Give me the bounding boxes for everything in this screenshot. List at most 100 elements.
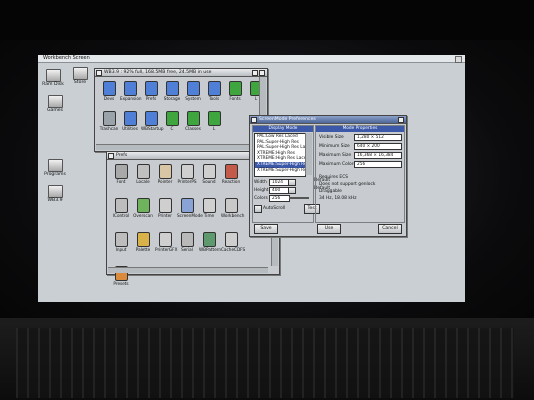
mode-property-line: Requires ECS — [319, 175, 349, 180]
desktop-icon-programs[interactable]: Programs — [42, 159, 68, 178]
display-mode-list[interactable]: PAL:Low Res Laced PAL:Super-High Res PAL:S… — [254, 133, 306, 177]
desktop-icon-store[interactable]: Store — [67, 67, 93, 86]
maximum-size-value: 16,368 × 16,384 — [354, 152, 402, 159]
prefs-icon-palette[interactable]: Palette — [133, 232, 153, 253]
width-label: Width — [254, 180, 267, 185]
trashcan-icon — [102, 111, 116, 126]
autoscroll-label: AutoScroll — [263, 206, 286, 211]
drawer-icon-c[interactable]: C — [162, 111, 182, 132]
screen-title: Workbench Screen — [43, 55, 90, 61]
prefs-icon-sound[interactable]: Sound — [199, 164, 219, 185]
prefs-icon-overscan[interactable]: Overscan — [133, 198, 153, 219]
drawer-icon-l[interactable]: L — [204, 111, 224, 132]
ram-disk-icon — [45, 69, 61, 82]
drawer-icon-fonts[interactable]: Fonts — [225, 81, 245, 102]
cancel-button[interactable]: Cancel — [378, 224, 402, 234]
drawer-icon-utilities[interactable]: Utilities — [120, 111, 140, 132]
colors-slider[interactable] — [289, 197, 309, 199]
drawer-icon-prefs[interactable]: Prefs — [141, 81, 161, 102]
autoscroll-checkbox[interactable] — [254, 205, 262, 213]
prefs-icon-printergfx[interactable]: PrinterGFX — [155, 232, 177, 253]
depth-gadget-icon[interactable] — [398, 117, 404, 123]
prefs-icon-reaction[interactable]: Reaction — [221, 164, 241, 185]
prefs-icon-wbpattern[interactable]: WBPattern — [199, 232, 221, 253]
icon-label: Expansion — [120, 96, 142, 101]
wbpattern-icon — [202, 232, 216, 247]
drawer-icon-storage[interactable]: Storage — [162, 81, 182, 102]
display-mode-item[interactable]: XTREME:Super-High Res — [255, 161, 305, 168]
icon-label: ScreenMode — [177, 213, 203, 218]
close-gadget-icon[interactable] — [251, 117, 257, 123]
depth-gadget-icon[interactable] — [259, 70, 265, 76]
prefs-icon-cachecdfs[interactable]: CacheCDFS — [221, 232, 245, 253]
icon-label: Sound — [202, 179, 216, 184]
zoom-gadget-icon[interactable] — [252, 70, 258, 76]
prefs-icon-printer[interactable]: Printer — [155, 198, 175, 219]
colors-value: 256 — [269, 195, 290, 202]
display-mode-header: Display Mode — [253, 126, 313, 132]
drawer-icon-devs[interactable]: Devs — [99, 81, 119, 102]
prefs-icon-locale[interactable]: Locale — [133, 164, 153, 185]
screenmode-title-bar[interactable]: ScreenMode Preferences — [250, 116, 406, 124]
locale-icon — [136, 164, 150, 179]
overscan-icon — [136, 198, 150, 213]
close-gadget-icon[interactable] — [96, 70, 102, 76]
input-icon — [114, 232, 128, 247]
save-button[interactable]: Save — [254, 224, 278, 234]
prefs-icon-pointer[interactable]: Pointer — [155, 164, 175, 185]
use-button[interactable]: Use — [317, 224, 341, 234]
desktop-icon-wb39[interactable]: WB3.9 — [42, 185, 68, 204]
icon-label: PrinterPS — [177, 179, 197, 184]
desktop-icon-label: Store — [73, 80, 87, 85]
drawer-icon-classes[interactable]: Classes — [183, 111, 203, 132]
width-field[interactable]: 1024 — [269, 179, 290, 186]
prefs-icon-printerps[interactable]: PrinterPS — [177, 164, 197, 185]
prefs-horizontal-scrollbar[interactable] — [108, 267, 268, 273]
prefs-icon-font[interactable]: Font — [111, 164, 131, 185]
prefs-icon-serial[interactable]: Serial — [177, 232, 197, 253]
wb39-title-bar[interactable]: WB3.9 : 92% full, 168.5MB free, 24.5MB i… — [95, 69, 267, 77]
wb39-horizontal-scrollbar[interactable] — [96, 144, 256, 150]
desktop-icon-label: Ram Disk — [42, 82, 64, 87]
screenmode-prefs-window: ScreenMode Preferences Display Mode PAL:… — [249, 115, 407, 237]
window-title: ScreenMode Preferences — [259, 117, 316, 122]
drawer-icon-tools[interactable]: Tools — [204, 81, 224, 102]
width-default-checkbox[interactable] — [288, 179, 296, 186]
mode-property-line: 34 Hz, 18.08 kHz — [319, 196, 357, 201]
screen-depth-gadget-icon[interactable] — [455, 56, 462, 63]
maximum-colors-label: Maximum Colors — [319, 162, 356, 167]
mode-properties-group: Mode Properties Visible Size 1,280 × 512… — [315, 125, 405, 223]
icon-label: Presets — [113, 281, 129, 286]
icon-label: L — [212, 126, 216, 131]
wb39-drawer-window: WB3.9 : 92% full, 168.5MB free, 24.5MB i… — [94, 68, 268, 152]
desktop-icon-ram-disk[interactable]: Ram Disk — [40, 69, 66, 88]
screen-title-bar[interactable]: Workbench Screen — [38, 55, 465, 63]
drawer-icon-wbstartup[interactable]: WBStartup — [141, 111, 163, 132]
prefs-icon-time[interactable]: Time — [199, 198, 219, 219]
font-icon — [114, 164, 128, 179]
drawer-icon-trashcan[interactable]: Trashcan — [99, 111, 119, 132]
prefs-icon-icontrol[interactable]: IControl — [111, 198, 131, 219]
display-mode-item[interactable]: PAL:Low Res Laced — [255, 134, 305, 140]
drive-icon — [47, 159, 63, 172]
mode-properties-header: Mode Properties — [316, 126, 404, 132]
prefs-icon-screenmode[interactable]: ScreenMode — [177, 198, 203, 219]
icon-label: System — [185, 96, 201, 101]
prefs-icon-workbench[interactable]: Workbench — [221, 198, 244, 219]
drawer-icon-expansion[interactable]: Expansion — [120, 81, 142, 102]
system-icon — [186, 81, 200, 96]
icon-label: Tools — [208, 96, 220, 101]
minimum-size-label: Minimum Size — [319, 144, 350, 149]
desktop-icon-games[interactable]: Games — [42, 95, 68, 114]
prefs-icon-input[interactable]: Input — [111, 232, 131, 253]
screenmode-icon — [180, 198, 194, 213]
visible-size-label: Visible Size — [319, 135, 344, 140]
mode-list-scrollbar[interactable] — [305, 133, 312, 175]
height-default-checkbox[interactable] — [288, 187, 296, 194]
display-mode-item[interactable]: XTREME:Super-High Res La — [255, 168, 305, 174]
height-field[interactable]: 400 — [269, 187, 290, 194]
display-mode-item[interactable]: PAL:Super-High Res Laced — [255, 145, 305, 151]
drawer-icon-system[interactable]: System — [183, 81, 203, 102]
close-gadget-icon[interactable] — [108, 153, 114, 159]
icon-label: Font — [116, 179, 126, 184]
